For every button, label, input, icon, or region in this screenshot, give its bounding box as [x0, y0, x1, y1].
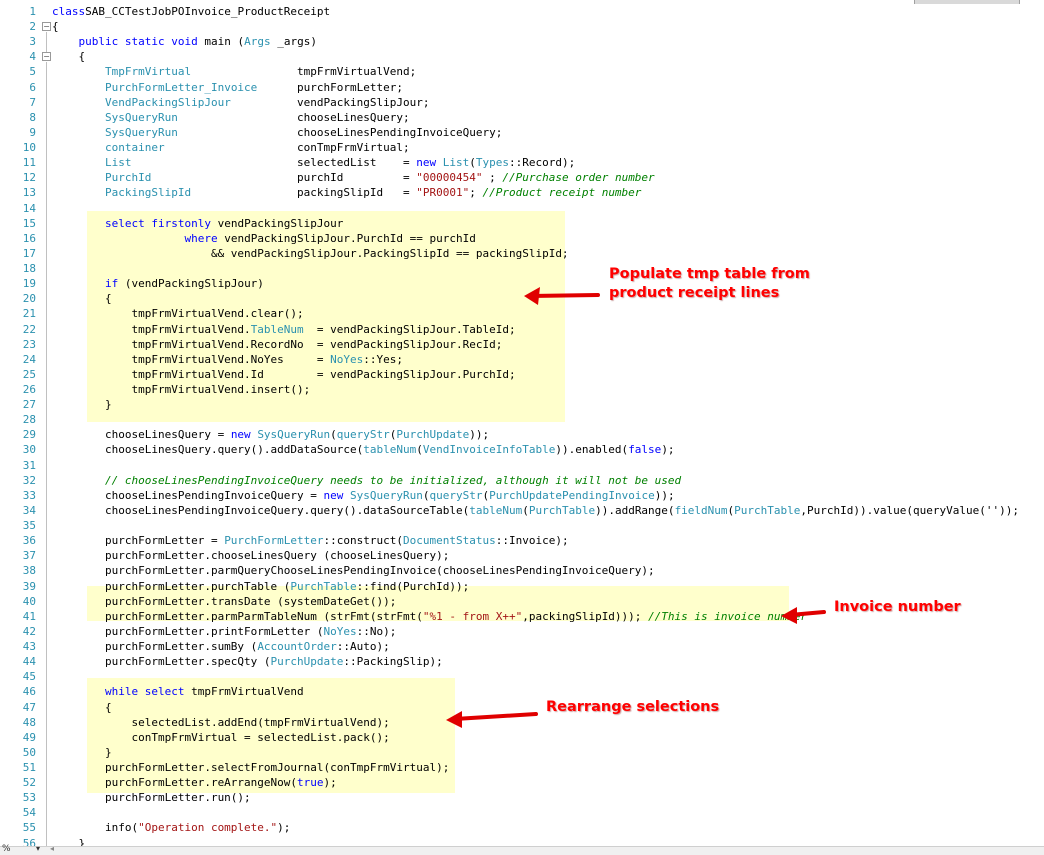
arrow-invoice: [781, 607, 826, 624]
scroll-left-icon[interactable]: ◂: [50, 844, 54, 853]
arrow-populate: [524, 287, 600, 305]
zoom-dropdown-icon[interactable]: ▾: [36, 844, 40, 853]
annotation-arrows: [446, 287, 826, 728]
zoom-level[interactable]: %: [2, 844, 11, 854]
arrow-rearrange: [446, 711, 538, 728]
